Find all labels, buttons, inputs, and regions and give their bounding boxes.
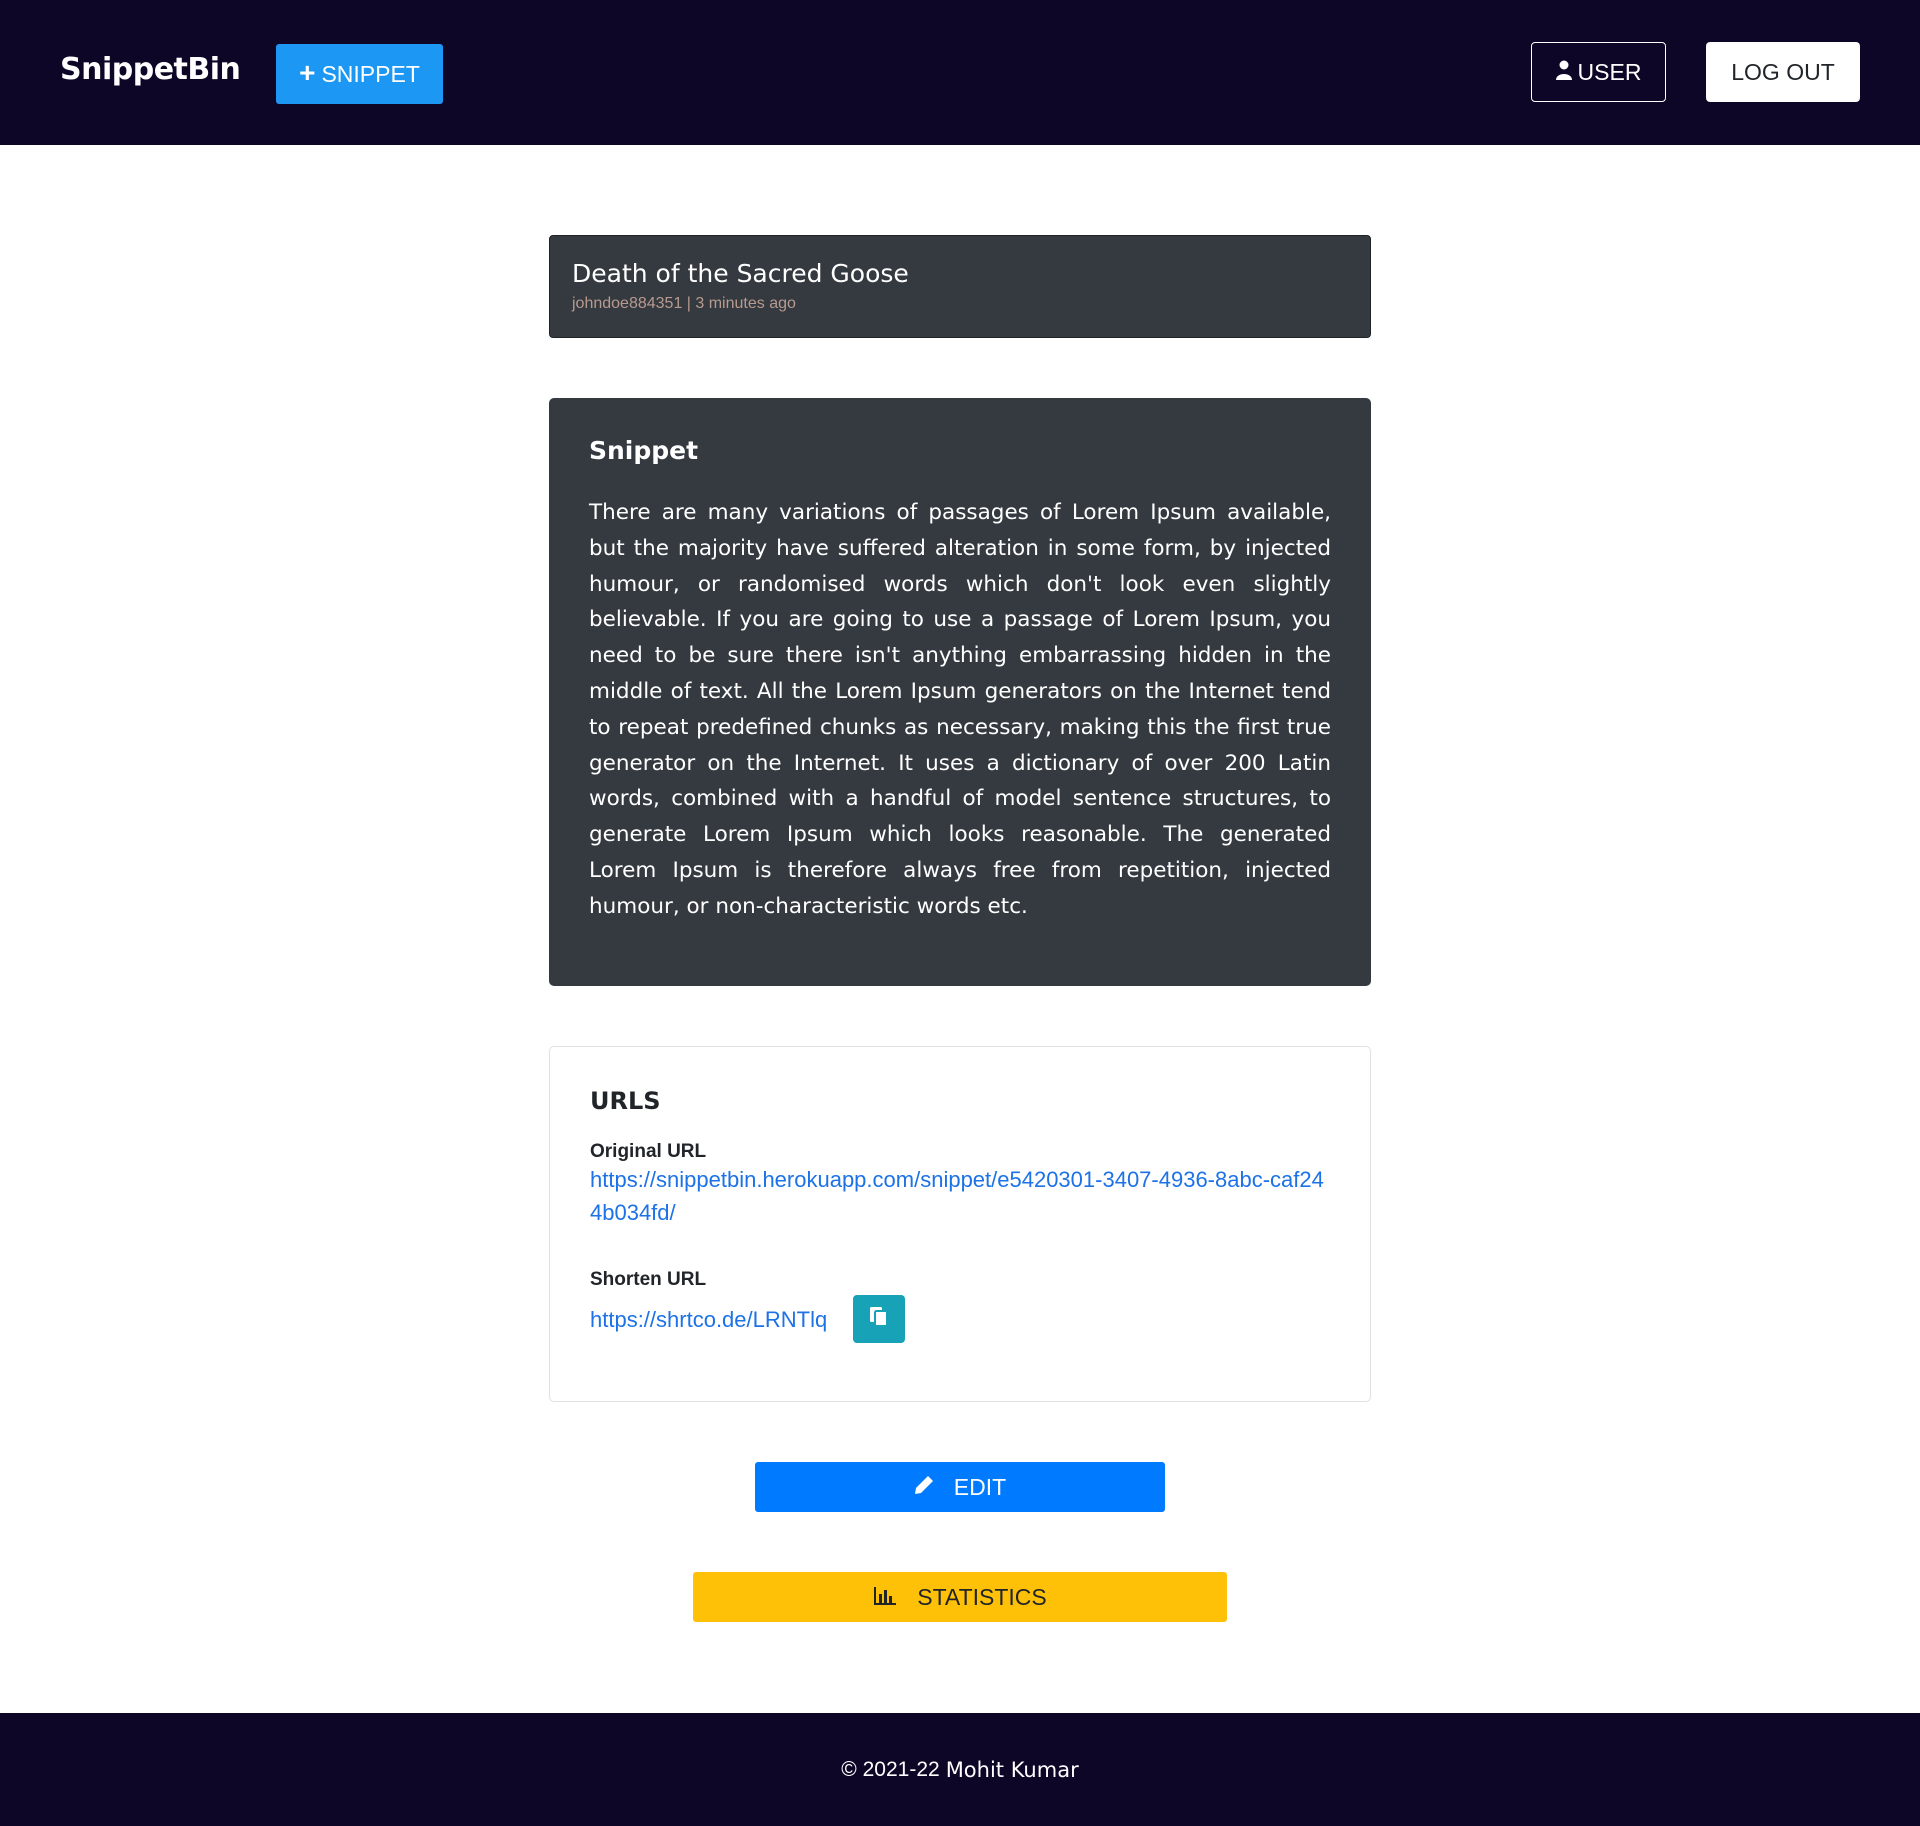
- pencil-icon: [914, 1474, 934, 1501]
- snippet-meta: johndoe884351 | 3 minutes ago: [572, 294, 796, 312]
- original-url-link[interactable]: https://snippetbin.herokuapp.com/snippet…: [590, 1163, 1330, 1229]
- snippet-body: There are many variations of passages of…: [589, 500, 1331, 919]
- snippet-title: Death of the Sacred Goose: [572, 259, 909, 288]
- edit-button[interactable]: EDIT: [755, 1462, 1165, 1512]
- user-label: USER: [1577, 58, 1642, 85]
- author-name: Mohit Kumar: [945, 1757, 1079, 1782]
- copyright-text: © 2021-22: [841, 1757, 940, 1781]
- user-icon: [1555, 59, 1572, 86]
- navbar: SnippetBin + SNIPPET USER LOG OUT: [0, 0, 1920, 145]
- logout-button[interactable]: LOG OUT: [1706, 42, 1860, 102]
- statistics-button[interactable]: STATISTICS: [693, 1572, 1227, 1622]
- snippet-heading: Snippet: [589, 436, 699, 465]
- shorten-url-row: https://shrtco.de/LRNTlq: [590, 1295, 1330, 1343]
- footer: © 2021-22 Mohit Kumar: [0, 1713, 1920, 1826]
- user-button[interactable]: USER: [1531, 42, 1666, 102]
- urls-card: URLS Original URL https://snippetbin.her…: [549, 1046, 1371, 1402]
- copy-icon: [869, 1306, 889, 1333]
- copy-button[interactable]: [853, 1295, 906, 1343]
- brand-logo[interactable]: SnippetBin: [60, 52, 241, 87]
- urls-heading: URLS: [590, 1087, 661, 1115]
- snippet-content-card: Snippet There are many variations of pas…: [549, 398, 1371, 986]
- bar-chart-icon: [873, 1584, 897, 1611]
- statistics-label: STATISTICS: [917, 1583, 1047, 1610]
- snippet-title-card: Death of the Sacred Goose johndoe884351 …: [549, 235, 1371, 338]
- edit-label: EDIT: [953, 1473, 1007, 1500]
- shorten-url-link[interactable]: https://shrtco.de/LRNTlq: [590, 1303, 827, 1336]
- new-snippet-button[interactable]: + SNIPPET: [276, 44, 443, 104]
- new-snippet-label: SNIPPET: [321, 60, 420, 87]
- shorten-url-label: Shorten URL: [590, 1269, 707, 1290]
- plus-icon: +: [299, 56, 316, 88]
- original-url-label: Original URL: [590, 1141, 707, 1162]
